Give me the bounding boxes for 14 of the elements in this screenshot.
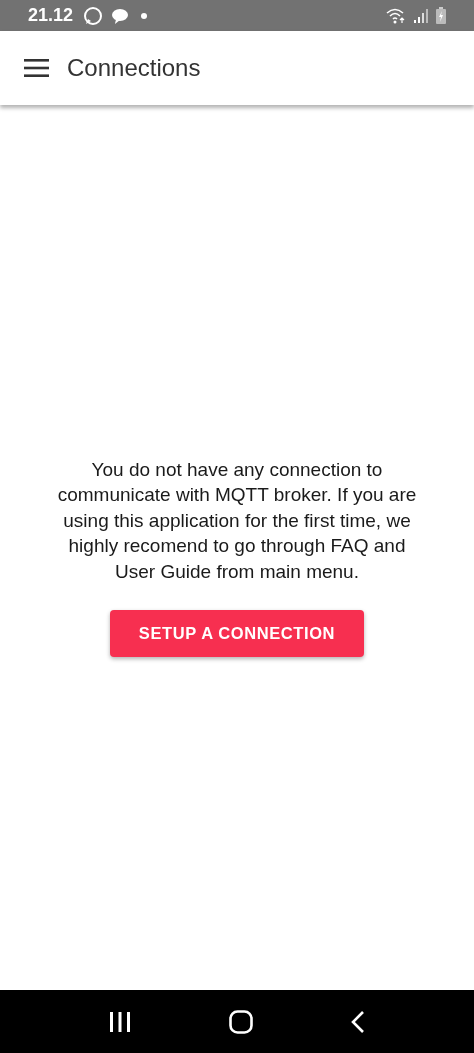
signal-icon bbox=[414, 8, 428, 23]
back-button[interactable] bbox=[351, 1010, 365, 1033]
message-icon bbox=[111, 7, 130, 24]
notification-dot-icon bbox=[141, 12, 148, 19]
status-time: 21.12 bbox=[28, 5, 74, 26]
empty-message: You do not have any connection to communicate with MQTT broker. If you are using this application for the first time, we highly recomend to go through FAQ and User Guide from main menu. bbox=[56, 458, 418, 584]
home-button[interactable] bbox=[229, 1009, 253, 1034]
chat-bubble-icon bbox=[83, 5, 104, 26]
wifi-icon bbox=[386, 7, 406, 24]
battery-icon bbox=[436, 7, 446, 24]
setup-connection-button[interactable]: SETUP A CONNECTION bbox=[110, 610, 364, 658]
screen-title: Connections bbox=[67, 54, 201, 82]
recent-apps-button[interactable] bbox=[109, 1011, 131, 1032]
menu-button[interactable] bbox=[24, 59, 49, 77]
